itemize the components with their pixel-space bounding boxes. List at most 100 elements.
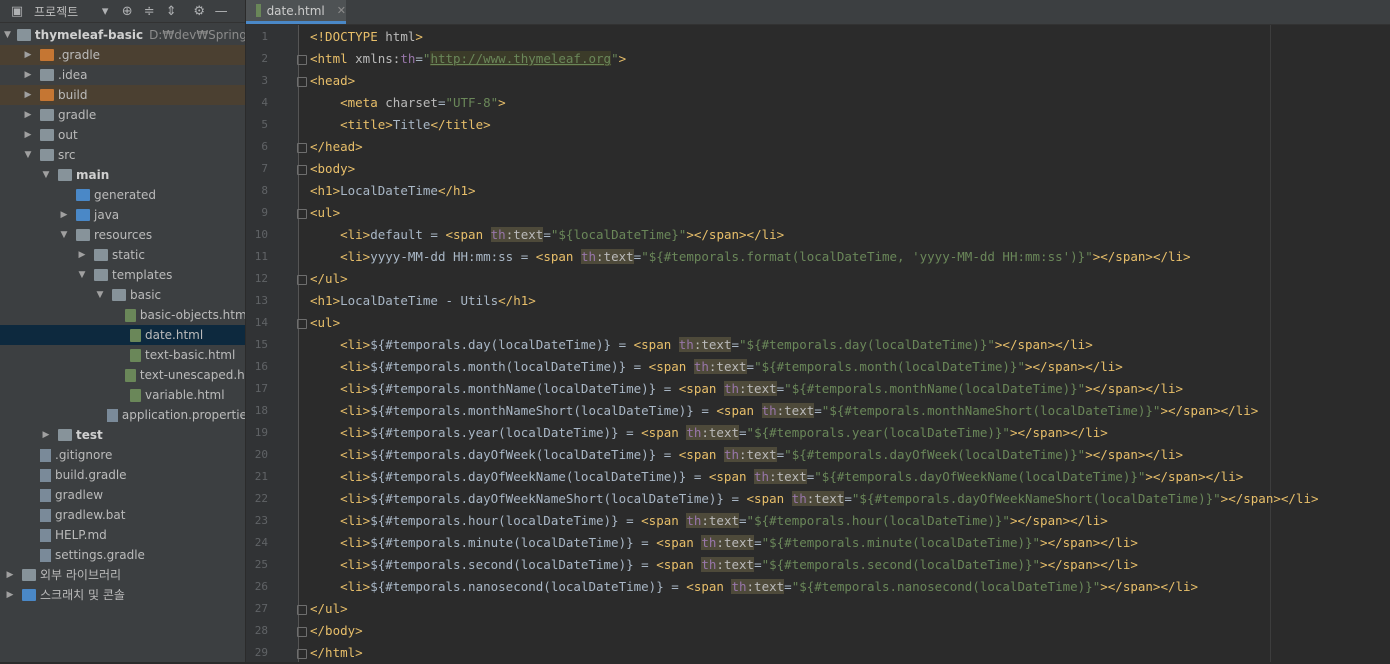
chevron-right-icon[interactable]: ▶ — [22, 105, 34, 125]
tree-item[interactable]: ▶application.properties — [0, 405, 245, 425]
fold-marker-icon[interactable] — [297, 143, 307, 153]
tree-item[interactable]: ▶build.gradle — [0, 465, 245, 485]
code-line[interactable]: <h1>LocalDateTime</h1> — [310, 180, 476, 202]
project-view-icon[interactable]: ▣ — [8, 2, 26, 20]
project-view-title[interactable]: 프로젝트 — [34, 3, 78, 20]
tree-item[interactable]: ▶ .idea — [0, 65, 245, 85]
code-editor[interactable]: <!DOCTYPE html> <html xmlns:th="http://ww… — [310, 25, 1390, 662]
tree-item-label: resources — [94, 228, 153, 242]
code-line[interactable]: <li>${#temporals.minute(localDateTime)} … — [310, 532, 1138, 554]
code-line[interactable]: </ul> — [310, 598, 348, 620]
code-line[interactable]: <li>${#temporals.monthName(localDateTime… — [310, 378, 1183, 400]
chevron-down-icon[interactable]: ▼ — [94, 285, 106, 305]
chevron-down-icon[interactable]: ▾ — [96, 2, 114, 20]
chevron-right-icon[interactable]: ▶ — [40, 425, 52, 445]
code-line[interactable]: <ul> — [310, 202, 340, 224]
code-line[interactable]: <body> — [310, 158, 355, 180]
fold-marker-icon[interactable] — [297, 209, 307, 219]
chevron-down-icon[interactable]: ▼ — [22, 145, 34, 165]
fold-marker-icon[interactable] — [297, 77, 307, 87]
locate-icon[interactable]: ⊕ — [118, 2, 136, 20]
code-line[interactable]: <li>${#temporals.monthNameShort(localDat… — [310, 400, 1258, 422]
tree-item[interactable]: ▶ java — [0, 205, 245, 225]
code-line[interactable]: <li>${#temporals.second(localDateTime)} … — [310, 554, 1138, 576]
code-token: :text — [701, 513, 740, 528]
gear-icon[interactable]: ⚙ — [190, 2, 208, 20]
code-line[interactable]: </ul> — [310, 268, 348, 290]
fold-marker-icon[interactable] — [297, 319, 307, 329]
chevron-right-icon[interactable]: ▶ — [4, 585, 16, 605]
tree-item[interactable]: ▶ static — [0, 245, 245, 265]
code-line[interactable]: <title>Title</title> — [310, 114, 491, 136]
code-line[interactable]: </html> — [310, 642, 363, 664]
tree-item[interactable]: ▶ 외부 라이브러리 — [0, 565, 245, 585]
fold-marker-icon[interactable] — [297, 165, 307, 175]
tree-item[interactable]: ▶ gradle — [0, 105, 245, 125]
chevron-down-icon[interactable]: ▼ — [58, 225, 70, 245]
tree-item[interactable]: ▶ test — [0, 425, 245, 445]
code-line[interactable]: <li>default = <span th:text="${localDate… — [310, 224, 784, 246]
fold-marker-icon[interactable] — [297, 649, 307, 659]
tree-item[interactable]: ▼ templates — [0, 265, 245, 285]
tree-item[interactable]: ▶ build — [0, 85, 245, 105]
chevron-right-icon[interactable]: ▶ — [22, 65, 34, 85]
tree-item[interactable]: ▶ out — [0, 125, 245, 145]
tree-item[interactable]: ▶ 스크래치 및 콘솔 — [0, 585, 245, 605]
tree-item-label: settings.gradle — [55, 548, 145, 562]
chevron-down-icon[interactable]: ▼ — [76, 265, 88, 285]
tree-item[interactable]: ▼ resources — [0, 225, 245, 245]
code-line[interactable]: <html xmlns:th= "http://www.thymeleaf.org… — [310, 48, 626, 70]
tree-item[interactable]: ▶date.html — [0, 325, 245, 345]
code-line[interactable]: <ul> — [310, 312, 340, 334]
tree-item[interactable]: ▶.gitignore — [0, 445, 245, 465]
tree-item[interactable]: ▶HELP.md — [0, 525, 245, 545]
fold-marker-icon[interactable] — [297, 605, 307, 615]
code-line[interactable]: <meta charset="UTF-8"> — [310, 92, 506, 114]
code-line[interactable]: <head> — [310, 70, 355, 92]
chevron-down-icon[interactable]: ▼ — [40, 165, 52, 185]
tree-item[interactable]: ▼ thymeleaf-basic D:₩dev₩Spring₩4₩ — [0, 25, 245, 45]
expand-all-icon[interactable]: ≑ — [140, 2, 158, 20]
chevron-right-icon[interactable]: ▶ — [58, 205, 70, 225]
tree-item[interactable]: ▶gradlew.bat — [0, 505, 245, 525]
tree-item[interactable]: ▶text-unescaped.ht — [0, 365, 245, 385]
code-line[interactable]: </body> — [310, 620, 363, 642]
code-line[interactable]: <li>${#temporals.hour(localDateTime)} = … — [310, 510, 1108, 532]
collapse-all-icon[interactable]: ⇕ — [162, 2, 180, 20]
minimize-icon[interactable]: — — [212, 2, 230, 20]
code-line[interactable]: <li>${#temporals.dayOfWeek(localDateTime… — [310, 444, 1183, 466]
tree-item[interactable]: ▶gradlew — [0, 485, 245, 505]
fold-marker-icon[interactable] — [297, 627, 307, 637]
tree-item[interactable]: ▶basic-objects.html — [0, 305, 245, 325]
tab-date-html[interactable]: date.html ✕ — [246, 0, 346, 24]
chevron-right-icon[interactable]: ▶ — [22, 125, 34, 145]
close-icon[interactable]: ✕ — [337, 4, 346, 17]
tree-item[interactable]: ▶text-basic.html — [0, 345, 245, 365]
chevron-right-icon[interactable]: ▶ — [4, 565, 16, 585]
tree-item[interactable]: ▼ main — [0, 165, 245, 185]
tree-item[interactable]: ▼ basic — [0, 285, 245, 305]
code-line[interactable]: <li>${#temporals.year(localDateTime)} = … — [310, 422, 1108, 444]
code-line[interactable]: <li>${#temporals.dayOfWeekName(localDate… — [310, 466, 1243, 488]
fold-marker-icon[interactable] — [297, 55, 307, 65]
code-line[interactable]: <h1>LocalDateTime - Utils</h1> — [310, 290, 536, 312]
fold-marker-icon[interactable] — [297, 275, 307, 285]
code-line[interactable]: <li>${#temporals.day(localDateTime)} = <… — [310, 334, 1093, 356]
tree-item[interactable]: ▶ .gradle — [0, 45, 245, 65]
code-line[interactable]: <li>${#temporals.dayOfWeekNameShort(loca… — [310, 488, 1319, 510]
code-line[interactable]: <li>${#temporals.month(localDateTime)} =… — [310, 356, 1123, 378]
tree-item[interactable]: ▶variable.html — [0, 385, 245, 405]
chevron-right-icon[interactable]: ▶ — [22, 45, 34, 65]
line-number-gutter: 1 2 3 4 5 6 7 8 9 10 11 12 13 14 15 16 17 18 19 20 21 22 23 24 2… — [246, 25, 307, 662]
code-line[interactable]: <!DOCTYPE html> — [310, 26, 423, 48]
tree-item[interactable]: ▶generated — [0, 185, 245, 205]
chevron-down-icon[interactable]: ▼ — [4, 25, 11, 45]
tree-item[interactable]: ▶settings.gradle — [0, 545, 245, 565]
tree-item[interactable]: ▼ src — [0, 145, 245, 165]
code-line[interactable]: </head> — [310, 136, 363, 158]
code-line[interactable]: <li>${#temporals.nanosecond(localDateTim… — [310, 576, 1198, 598]
chevron-right-icon[interactable]: ▶ — [76, 245, 88, 265]
tree-item-label: src — [58, 148, 76, 162]
code-line[interactable]: <li>yyyy-MM-dd HH:mm:ss = <span th:text=… — [310, 246, 1191, 268]
chevron-right-icon[interactable]: ▶ — [22, 85, 34, 105]
